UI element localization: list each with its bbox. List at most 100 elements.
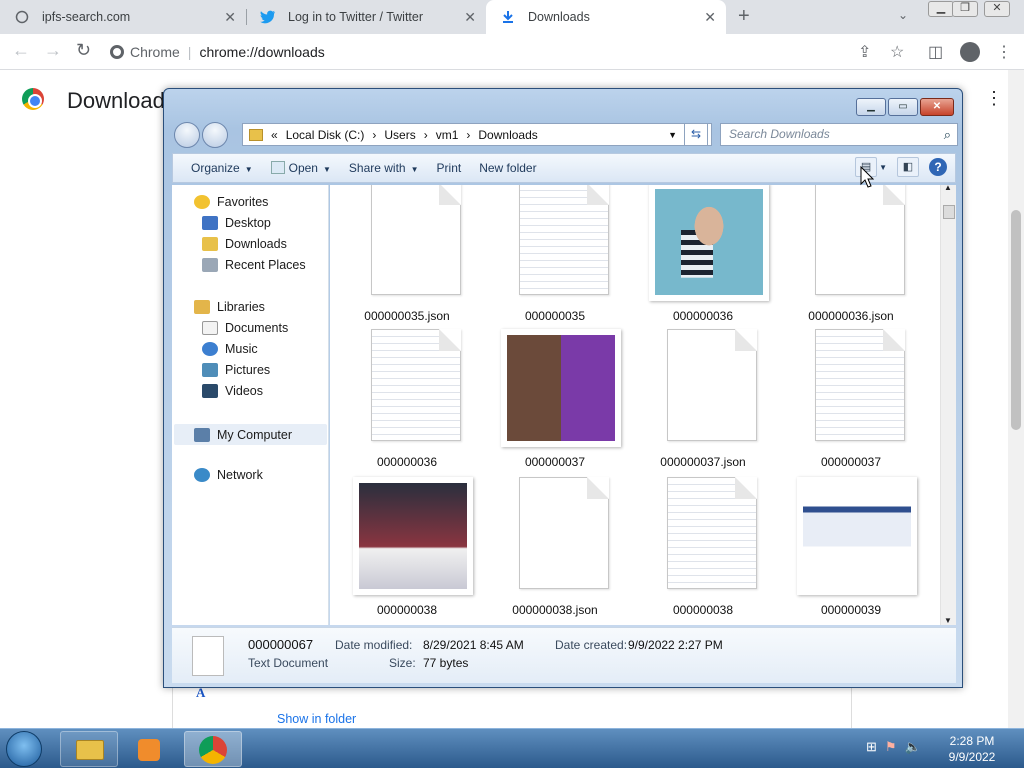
search-input[interactable]: Search Downloads ⌕: [720, 123, 958, 146]
file-item[interactable]: 000000038: [638, 477, 768, 622]
close-tab-icon[interactable]: ✕: [224, 9, 236, 26]
breadcrumb-users[interactable]: Users: [384, 128, 415, 142]
action-center-icon[interactable]: ⚑: [885, 739, 897, 755]
new-tab-icon[interactable]: +: [738, 5, 750, 28]
breadcrumb-overflow[interactable]: «: [271, 128, 278, 142]
close-tab-icon[interactable]: ✕: [464, 9, 476, 26]
help-icon[interactable]: ?: [929, 158, 947, 176]
close-tab-icon[interactable]: ✕: [704, 9, 716, 26]
nav-documents[interactable]: Documents: [202, 321, 288, 335]
chevron-down-icon[interactable]: ▼: [668, 130, 677, 140]
nav-recent-places[interactable]: Recent Places: [202, 258, 306, 272]
clock[interactable]: 2:28 PM 9/9/2022: [940, 733, 1004, 765]
nav-videos[interactable]: Videos: [202, 384, 263, 398]
nav-desktop[interactable]: Desktop: [202, 216, 271, 230]
back-icon[interactable]: ←: [12, 40, 30, 61]
file-item[interactable]: 000000037: [786, 329, 916, 474]
mouse-cursor-icon: [860, 166, 874, 188]
tab-downloads[interactable]: Downloads ✕: [486, 0, 726, 34]
start-button[interactable]: [6, 731, 42, 767]
json-file-icon: [353, 185, 461, 301]
show-in-folder-link[interactable]: Show in folder: [277, 712, 356, 726]
tab-ipfs-search[interactable]: ipfs-search.com ✕: [0, 0, 246, 34]
page-scrollbar[interactable]: [1008, 70, 1024, 728]
new-folder-button[interactable]: New folder: [479, 161, 536, 175]
nav-downloads[interactable]: Downloads: [202, 237, 287, 251]
file-item[interactable]: 000000039: [786, 477, 917, 622]
nav-music[interactable]: Music: [202, 342, 258, 356]
media-player-taskbar-button[interactable]: [122, 731, 180, 767]
star-icon[interactable]: ☆: [890, 42, 904, 62]
chrome-taskbar-button[interactable]: [184, 731, 242, 767]
network-icon: [194, 468, 210, 482]
details-modified-label: Date modified:: [335, 638, 413, 652]
clock-date: 9/9/2022: [948, 750, 996, 764]
nav-favorites[interactable]: Favorites: [194, 195, 268, 209]
folder-icon: [202, 237, 218, 251]
file-item[interactable]: 000000035: [490, 185, 620, 328]
scroll-down-icon[interactable]: ▼: [944, 616, 952, 625]
file-name: 000000039: [820, 603, 882, 617]
breadcrumb-vm1[interactable]: vm1: [436, 128, 459, 142]
tab-title: Downloads: [528, 10, 590, 24]
breadcrumb-local-disk[interactable]: Local Disk (C:): [286, 128, 365, 142]
back-button[interactable]: [174, 122, 200, 148]
open-button[interactable]: Open ▼: [270, 161, 331, 175]
menu-icon[interactable]: ⋮: [996, 42, 1012, 62]
maximize-icon[interactable]: ▭: [888, 98, 918, 116]
file-item[interactable]: 000000036: [342, 329, 472, 474]
chrome-logo-icon: [22, 88, 44, 110]
print-button[interactable]: Print: [437, 161, 462, 175]
breadcrumb-downloads[interactable]: Downloads: [478, 128, 537, 142]
file-item[interactable]: 000000038: [342, 477, 473, 622]
nav-libraries[interactable]: Libraries: [194, 300, 265, 314]
profile-icon[interactable]: [960, 42, 980, 62]
forward-button[interactable]: [202, 122, 228, 148]
nav-pictures[interactable]: Pictures: [202, 363, 270, 377]
more-options-icon[interactable]: ⋮: [985, 88, 1003, 109]
nav-network[interactable]: Network: [194, 468, 263, 482]
scroll-up-icon[interactable]: ▲: [944, 183, 952, 192]
media-player-icon: [138, 739, 160, 761]
tab-twitter[interactable]: Log in to Twitter / Twitter ✕: [246, 0, 486, 34]
file-item[interactable]: 000000035.json: [342, 185, 472, 328]
text-file-icon: [353, 329, 461, 447]
globe-icon: [14, 9, 30, 25]
scroll-thumb[interactable]: [943, 205, 955, 219]
side-panel-icon[interactable]: ◫: [928, 42, 943, 62]
forward-icon[interactable]: →: [44, 40, 62, 61]
restore-icon[interactable]: ❐: [952, 1, 978, 17]
refresh-button[interactable]: ⇆: [684, 123, 708, 146]
minimize-icon[interactable]: ▁: [928, 1, 954, 17]
organize-button[interactable]: Organize ▼: [191, 161, 253, 175]
reload-icon[interactable]: ↻: [76, 40, 91, 61]
volume-icon[interactable]: 🔈: [905, 739, 921, 755]
chrome-icon: [199, 736, 227, 764]
file-item[interactable]: 000000036.json: [786, 185, 916, 328]
nav-my-computer[interactable]: My Computer: [174, 424, 327, 445]
preview-pane-icon[interactable]: ◧: [897, 157, 919, 177]
videos-icon: [202, 384, 218, 398]
network-tray-icon[interactable]: ⊞: [866, 739, 877, 755]
view-dropdown-icon[interactable]: ▼: [879, 163, 887, 172]
address-bar[interactable]: « Local Disk (C:) › Users › vm1 › Downlo…: [242, 123, 712, 146]
file-item[interactable]: 000000037: [490, 329, 621, 474]
address-bar[interactable]: Chrome | chrome://downloads: [110, 38, 840, 66]
file-item[interactable]: 000000038.json: [490, 477, 620, 622]
close-window-icon[interactable]: ✕: [984, 1, 1010, 17]
minimize-icon[interactable]: ▁: [856, 98, 886, 116]
json-file-icon: [501, 477, 609, 595]
file-item[interactable]: 000000037.json: [638, 329, 768, 474]
explorer-taskbar-button[interactable]: [60, 731, 118, 767]
chevron-down-icon[interactable]: ⌄: [898, 8, 908, 22]
navigation-pane: Favorites Desktop Downloads Recent Place…: [172, 185, 329, 625]
tab-title: Log in to Twitter / Twitter: [288, 10, 424, 24]
file-item[interactable]: 000000036: [638, 185, 769, 328]
image-thumbnail: [353, 477, 473, 595]
file-list-scrollbar[interactable]: ▲ ▼: [940, 183, 956, 625]
close-icon[interactable]: ✕: [920, 98, 954, 116]
share-icon[interactable]: ⇪: [858, 42, 871, 62]
image-thumbnail: [797, 477, 917, 595]
tab-strip: ipfs-search.com ✕ Log in to Twitter / Tw…: [0, 0, 1024, 34]
share-with-button[interactable]: Share with ▼: [349, 161, 419, 175]
